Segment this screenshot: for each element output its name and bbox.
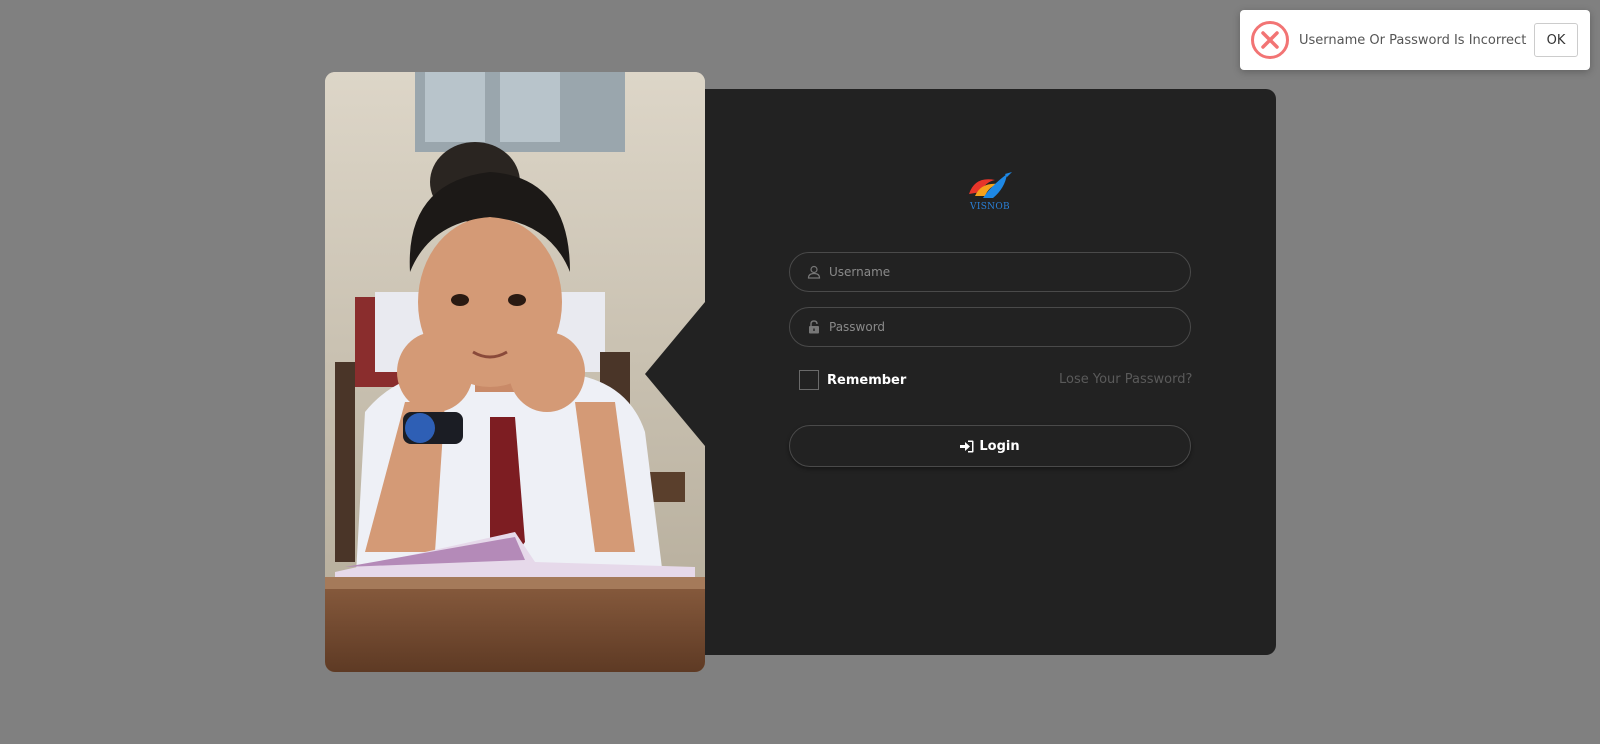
password-field[interactable] (789, 307, 1191, 347)
brand-name: VISNOB (970, 202, 1010, 212)
login-button[interactable]: Login (789, 425, 1191, 467)
lose-password-link[interactable]: Lose Your Password? (1059, 372, 1192, 387)
sign-in-icon (960, 440, 974, 453)
remember-row: Remember (799, 370, 906, 390)
remember-checkbox[interactable] (799, 370, 819, 390)
user-icon (805, 263, 823, 281)
password-input[interactable] (829, 308, 1190, 346)
username-input[interactable] (829, 253, 1190, 291)
username-field[interactable] (789, 252, 1191, 292)
error-toast: Username Or Password Is Incorrect OK (1240, 10, 1590, 70)
lock-icon (805, 318, 823, 336)
error-x-icon (1251, 21, 1289, 59)
bird-logo-icon (969, 172, 1012, 198)
card-arrow-notch (645, 302, 705, 446)
brand-logo: VISNOB (965, 170, 1015, 218)
login-label: Login (979, 438, 1020, 454)
ok-button[interactable]: OK (1534, 23, 1578, 57)
toast-message: Username Or Password Is Incorrect (1299, 32, 1527, 48)
remember-label[interactable]: Remember (827, 373, 906, 388)
